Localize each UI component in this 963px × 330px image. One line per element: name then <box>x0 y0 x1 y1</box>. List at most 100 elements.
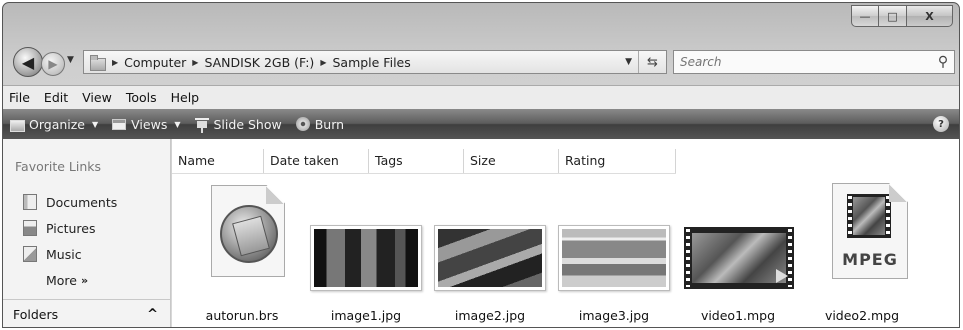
navigation-pane: Favorite Links Documents Pictures Music … <box>3 139 171 327</box>
column-header-size[interactable]: Size <box>464 149 559 173</box>
breadcrumb-separator-icon[interactable]: ▶ <box>192 58 198 67</box>
slideshow-button[interactable]: Slide Show <box>188 116 289 133</box>
search-input[interactable] <box>674 55 932 69</box>
breadcrumb-computer[interactable]: Computer <box>124 55 186 70</box>
column-header-rating[interactable]: Rating <box>559 149 676 173</box>
menu-view[interactable]: View <box>75 90 119 105</box>
back-button[interactable]: ◀ <box>13 47 43 77</box>
views-label: Views <box>131 116 168 132</box>
navigation-row: ◀ ▶ ▼ ▶ Computer ▶ SANDISK 2GB (F:) ▶ Sa… <box>3 47 959 77</box>
menu-edit[interactable]: Edit <box>37 90 75 105</box>
image-preview <box>438 229 542 287</box>
breadcrumb-folder[interactable]: Sample Files <box>332 55 410 70</box>
breadcrumb-drive[interactable]: SANDISK 2GB (F:) <box>204 55 314 70</box>
command-bar: Organize ▼ Views ▼ Slide Show Burn ? <box>3 109 959 139</box>
maximize-button[interactable]: □ <box>879 5 907 27</box>
forward-arrow-icon: ▶ <box>48 57 58 71</box>
favorite-link-documents[interactable]: Documents <box>23 189 117 215</box>
burn-button[interactable]: Burn <box>289 117 351 132</box>
photo-thumbnail <box>434 225 546 291</box>
notepad-document-icon <box>220 205 278 263</box>
menu-bar: File Edit View Tools Help <box>3 85 959 109</box>
explorer-window: — □ X ◀ ▶ ▼ ▶ Computer ▶ SANDISK 2GB (F:… <box>2 2 960 328</box>
film-strip-icon <box>847 194 891 238</box>
projector-screen-icon <box>194 118 209 133</box>
photo-thumbnail <box>558 225 670 291</box>
file-name: image1.jpg <box>330 308 402 323</box>
disc-icon <box>295 117 310 131</box>
favorite-link-music[interactable]: Music <box>23 241 117 267</box>
film-perforations <box>848 196 852 236</box>
double-chevron-right-icon: » <box>81 273 89 287</box>
favorite-link-label: Music <box>46 246 82 262</box>
breadcrumb-separator-icon[interactable]: ▶ <box>112 58 118 67</box>
video-thumbnail <box>684 227 794 289</box>
file-item[interactable]: image2.jpg <box>430 175 550 327</box>
film-frame <box>853 197 885 235</box>
forward-button[interactable]: ▶ <box>41 52 65 76</box>
caption-buttons: — □ X <box>851 5 953 27</box>
column-header-date-taken[interactable]: Date taken <box>264 149 369 173</box>
column-header-tags[interactable]: Tags <box>369 149 464 173</box>
minimize-button[interactable]: — <box>851 5 879 27</box>
pictures-icon <box>23 220 37 236</box>
documents-icon <box>23 194 37 210</box>
breadcrumb-separator-icon[interactable]: ▶ <box>320 58 326 67</box>
favorite-link-label: Pictures <box>46 220 96 236</box>
menu-help[interactable]: Help <box>164 90 207 105</box>
file-item[interactable]: image1.jpg <box>306 175 426 327</box>
folder-icon <box>90 55 106 71</box>
more-links[interactable]: More » <box>23 267 117 293</box>
organize-icon <box>10 117 25 132</box>
refresh-icon[interactable]: ⇆ <box>638 51 666 73</box>
film-perforations <box>686 229 690 287</box>
favorite-link-pictures[interactable]: Pictures <box>23 215 117 241</box>
file-name: image2.jpg <box>454 308 526 323</box>
views-button[interactable]: Views ▼ <box>105 117 187 132</box>
close-button[interactable]: X <box>907 5 953 27</box>
organize-button[interactable]: Organize ▼ <box>3 117 105 132</box>
organize-label: Organize <box>29 116 85 132</box>
favorite-links-list: Documents Pictures Music More » <box>23 189 117 293</box>
image-preview <box>562 229 666 287</box>
film-perforations <box>886 196 890 236</box>
views-icon <box>112 118 127 130</box>
file-item[interactable]: MPEG video2.mpg <box>802 175 922 327</box>
folders-toggle[interactable]: Folders ^ <box>3 299 170 327</box>
address-bar[interactable]: ▶ Computer ▶ SANDISK 2GB (F:) ▶ Sample F… <box>83 50 667 74</box>
image-preview <box>314 229 418 287</box>
file-item[interactable]: image3.jpg <box>554 175 674 327</box>
favorite-link-label: Documents <box>46 194 118 210</box>
file-name: video1.mpg <box>700 308 776 323</box>
chevron-up-icon: ^ <box>147 307 158 322</box>
mpeg-badge: MPEG <box>842 250 898 269</box>
more-label: More <box>46 272 77 288</box>
file-name: image3.jpg <box>578 308 650 323</box>
address-dropdown-icon[interactable]: ▼ <box>619 57 638 67</box>
chevron-down-icon: ▼ <box>174 119 181 129</box>
recent-pages-dropdown[interactable]: ▼ <box>67 55 74 65</box>
video-preview <box>692 233 786 283</box>
play-icon <box>776 269 788 283</box>
file-item[interactable]: autorun.brs <box>182 175 302 327</box>
slideshow-label: Slide Show <box>213 116 282 132</box>
help-icon[interactable]: ? <box>933 116 949 132</box>
folders-label: Folders <box>13 307 59 322</box>
film-perforations <box>788 229 792 287</box>
search-icon[interactable]: ⚲ <box>932 54 954 70</box>
column-headers: Name Date taken Tags Size Rating <box>172 149 676 174</box>
burn-label: Burn <box>314 116 345 132</box>
file-grid: autorun.brs image1.jpg image2.jpg image3… <box>172 175 959 327</box>
file-list-pane: Name Date taken Tags Size Rating autorun… <box>172 139 959 327</box>
file-name: autorun.brs <box>205 308 279 323</box>
photo-thumbnail <box>310 225 422 291</box>
mpeg-document-icon: MPEG <box>832 183 908 279</box>
menu-file[interactable]: File <box>3 90 37 105</box>
file-name: video2.mpg <box>824 308 900 323</box>
menu-tools[interactable]: Tools <box>119 90 164 105</box>
back-arrow-icon: ◀ <box>21 52 35 72</box>
search-box[interactable]: ⚲ <box>673 50 955 74</box>
file-item[interactable]: video1.mpg <box>678 175 798 327</box>
chevron-down-icon: ▼ <box>92 119 99 129</box>
column-header-name[interactable]: Name <box>172 149 264 173</box>
